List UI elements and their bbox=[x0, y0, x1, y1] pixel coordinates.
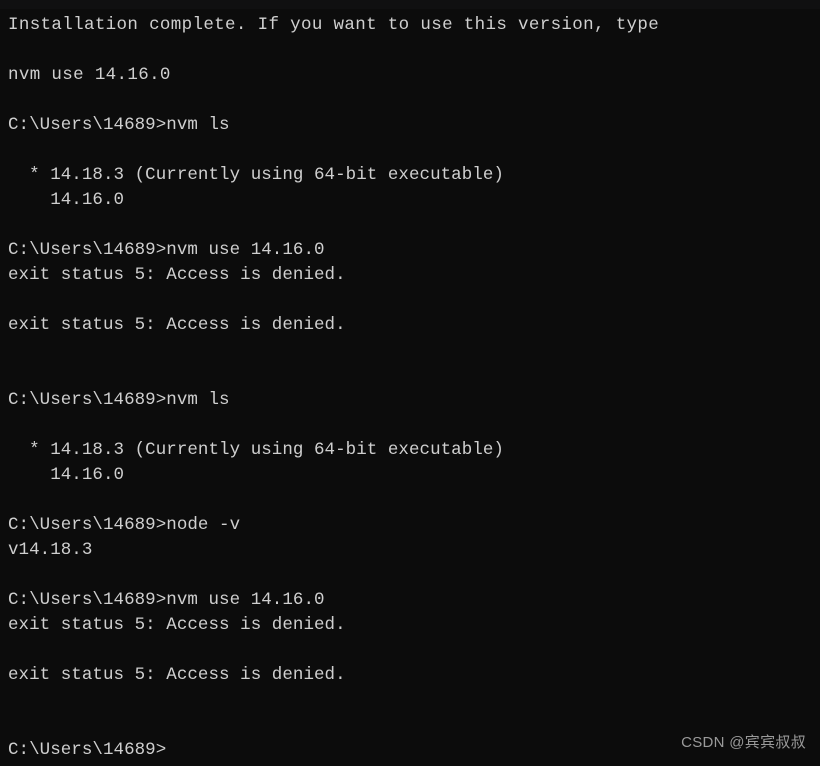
terminal-window[interactable]: Installation complete. If you want to us… bbox=[0, 0, 820, 766]
console-line: C:\Users\14689>nvm use 14.16.0 bbox=[8, 590, 325, 610]
console-line: exit status 5: Access is denied. bbox=[8, 665, 346, 685]
console-line: v14.18.3 bbox=[8, 540, 93, 560]
console-line: 14.16.0 bbox=[8, 190, 125, 210]
console-line: C:\Users\14689>node -v bbox=[8, 515, 241, 535]
console-line: 14.16.0 bbox=[8, 465, 125, 485]
console-line: C:\Users\14689>nvm use 14.16.0 bbox=[8, 240, 325, 260]
console-output-area[interactable]: Installation complete. If you want to us… bbox=[0, 0, 820, 766]
console-line: C:\Users\14689>nvm ls bbox=[8, 115, 230, 135]
console-line: exit status 5: Access is denied. bbox=[8, 615, 346, 635]
console-line: * 14.18.3 (Currently using 64-bit execut… bbox=[8, 165, 504, 185]
csdn-watermark: CSDN @宾宾叔叔 bbox=[681, 734, 806, 751]
console-line: exit status 5: Access is denied. bbox=[8, 265, 346, 285]
console-line: Installation complete. If you want to us… bbox=[8, 15, 660, 35]
console-line: C:\Users\14689>nvm ls bbox=[8, 390, 230, 410]
console-line: exit status 5: Access is denied. bbox=[8, 315, 346, 335]
console-line: * 14.18.3 (Currently using 64-bit execut… bbox=[8, 440, 504, 460]
console-line: nvm use 14.16.0 bbox=[8, 65, 171, 85]
